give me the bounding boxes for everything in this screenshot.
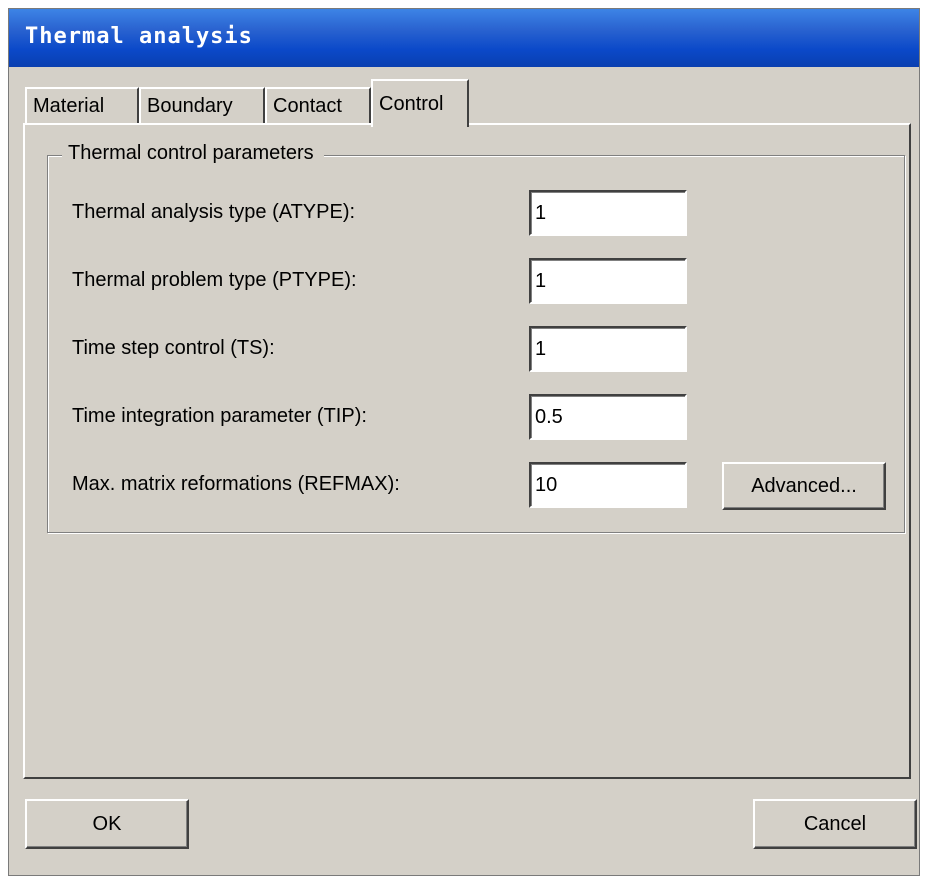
tab-control[interactable]: Control xyxy=(371,79,469,127)
ts-input[interactable] xyxy=(529,326,687,372)
cancel-button[interactable]: Cancel xyxy=(753,799,917,849)
ptype-label: Thermal problem type (PTYPE): xyxy=(72,269,357,291)
tab-contact-label: Contact xyxy=(273,95,342,117)
title-bar[interactable]: Thermal analysis xyxy=(9,9,919,67)
thermal-analysis-dialog: Thermal analysis Material Boundary Conta… xyxy=(8,8,920,876)
tab-boundary[interactable]: Boundary xyxy=(139,87,265,125)
refmax-label: Max. matrix reformations (REFMAX): xyxy=(72,473,400,495)
thermal-control-group: Thermal control parameters Thermal analy… xyxy=(47,142,905,533)
group-title: Thermal control parameters xyxy=(62,142,324,165)
atype-row: Thermal analysis type (ATYPE): xyxy=(72,190,892,236)
tab-material-label: Material xyxy=(33,95,105,117)
ts-label: Time step control (TS): xyxy=(72,337,275,359)
advanced-button[interactable]: Advanced... xyxy=(722,462,886,510)
tip-row: Time integration parameter (TIP): xyxy=(72,394,892,440)
tab-material[interactable]: Material xyxy=(25,87,139,125)
refmax-row: Max. matrix reformations (REFMAX): Advan… xyxy=(72,462,892,510)
window-title: Thermal analysis xyxy=(25,24,253,49)
tip-input[interactable] xyxy=(529,394,687,440)
atype-input[interactable] xyxy=(529,190,687,236)
atype-label: Thermal analysis type (ATYPE): xyxy=(72,201,356,223)
tab-boundary-label: Boundary xyxy=(147,95,233,117)
ptype-input[interactable] xyxy=(529,258,687,304)
ts-row: Time step control (TS): xyxy=(72,326,892,372)
ptype-row: Thermal problem type (PTYPE): xyxy=(72,258,892,304)
control-tab-panel: Thermal control parameters Thermal analy… xyxy=(23,123,911,779)
ok-button[interactable]: OK xyxy=(25,799,189,849)
tip-label: Time integration parameter (TIP): xyxy=(72,405,367,427)
tab-control-label: Control xyxy=(379,93,444,115)
refmax-input[interactable] xyxy=(529,462,687,508)
tab-contact[interactable]: Contact xyxy=(265,87,371,125)
